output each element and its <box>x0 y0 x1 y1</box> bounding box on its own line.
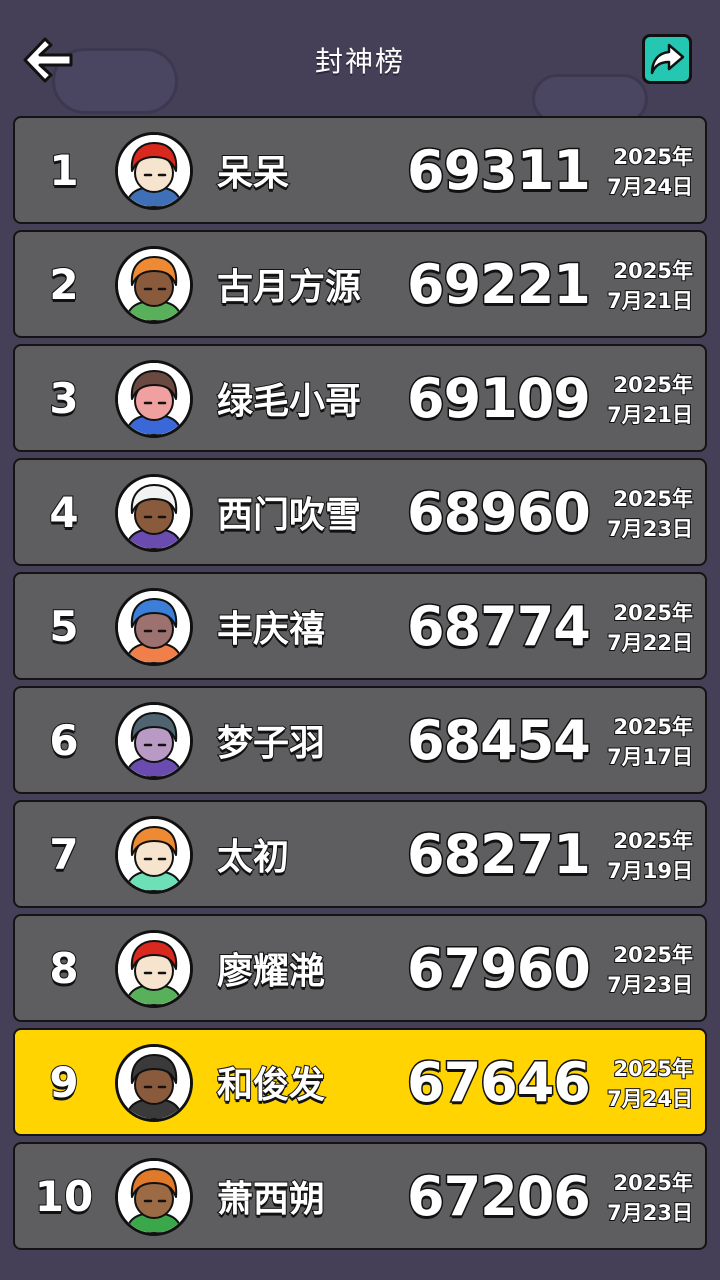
player-avatar <box>115 246 193 324</box>
record-date: 2025年 7月24日 <box>606 1054 694 1114</box>
player-score: 67646 <box>406 1049 593 1115</box>
player-name: 廖耀滟 <box>216 950 326 993</box>
rank-number: 6 <box>48 715 79 766</box>
player-name: 萧西朔 <box>216 1178 326 1221</box>
record-day: 7月23日 <box>606 1200 694 1226</box>
player-score: 69221 <box>406 251 593 317</box>
top-bar: 封神榜 <box>0 0 720 116</box>
rank-number: 9 <box>48 1057 79 1108</box>
player-name: 太初 <box>216 836 290 879</box>
record-date: 2025年 7月23日 <box>606 1168 694 1228</box>
leaderboard-row[interactable]: 9 和俊发 67646 2025年 7月24日 <box>13 1028 707 1136</box>
player-avatar <box>115 132 193 210</box>
player-avatar <box>115 474 193 552</box>
record-year: 2025年 <box>613 828 694 854</box>
record-year: 2025年 <box>613 1056 694 1082</box>
record-day: 7月17日 <box>606 744 694 770</box>
leaderboard-row[interactable]: 2 古月方源 69221 2025年 7月21日 <box>13 230 707 338</box>
record-year: 2025年 <box>613 258 694 284</box>
player-score: 68774 <box>406 593 593 659</box>
player-avatar <box>115 1158 193 1236</box>
player-score: 68271 <box>406 821 593 887</box>
record-day: 7月24日 <box>606 1086 694 1112</box>
record-year: 2025年 <box>613 1170 694 1196</box>
record-year: 2025年 <box>613 942 694 968</box>
player-score: 67960 <box>406 935 593 1001</box>
player-name: 西门吹雪 <box>216 494 362 537</box>
record-date: 2025年 7月24日 <box>606 142 694 202</box>
record-day: 7月23日 <box>606 972 694 998</box>
record-day: 7月24日 <box>606 174 694 200</box>
player-score: 69109 <box>406 365 593 431</box>
leaderboard-row[interactable]: 10 萧西朔 67206 2025年 7月23日 <box>13 1142 707 1250</box>
record-day: 7月22日 <box>606 630 694 656</box>
record-date: 2025年 7月21日 <box>606 256 694 316</box>
record-day: 7月19日 <box>606 858 694 884</box>
record-year: 2025年 <box>613 600 694 626</box>
player-score: 67206 <box>406 1163 593 1229</box>
rank-number: 3 <box>48 373 79 424</box>
player-score: 69311 <box>406 137 593 203</box>
record-year: 2025年 <box>613 144 694 170</box>
record-date: 2025年 7月17日 <box>606 712 694 772</box>
page-title: 封神榜 <box>314 45 405 78</box>
record-date: 2025年 7月22日 <box>606 598 694 658</box>
rank-number: 10 <box>34 1171 94 1222</box>
player-avatar <box>115 1044 193 1122</box>
rank-number: 4 <box>48 487 79 538</box>
rank-number: 5 <box>48 601 79 652</box>
player-avatar <box>115 702 193 780</box>
leaderboard-row[interactable]: 3 绿毛小哥 69109 2025年 7月21日 <box>13 344 707 452</box>
record-date: 2025年 7月23日 <box>606 484 694 544</box>
leaderboard-row[interactable]: 4 西门吹雪 68960 2025年 7月23日 <box>13 458 707 566</box>
player-name: 呆呆 <box>216 152 290 195</box>
record-year: 2025年 <box>613 486 694 512</box>
record-year: 2025年 <box>613 714 694 740</box>
rank-number: 8 <box>48 943 79 994</box>
player-avatar <box>115 930 193 1008</box>
leaderboard-list[interactable]: 1 呆呆 69311 2025年 7月24日 2 古月方源 69221 2025… <box>13 116 707 1256</box>
record-date: 2025年 7月23日 <box>606 940 694 1000</box>
record-year: 2025年 <box>613 372 694 398</box>
record-day: 7月23日 <box>606 516 694 542</box>
leaderboard-row[interactable]: 5 丰庆禧 68774 2025年 7月22日 <box>13 572 707 680</box>
record-day: 7月21日 <box>606 288 694 314</box>
player-avatar <box>115 360 193 438</box>
player-name: 梦子羽 <box>216 722 326 765</box>
player-name: 丰庆禧 <box>216 608 326 651</box>
leaderboard-row[interactable]: 8 廖耀滟 67960 2025年 7月23日 <box>13 914 707 1022</box>
rank-number: 7 <box>48 829 79 880</box>
leaderboard-row[interactable]: 6 梦子羽 68454 2025年 7月17日 <box>13 686 707 794</box>
player-name: 和俊发 <box>216 1064 326 1107</box>
player-name: 绿毛小哥 <box>216 380 362 423</box>
player-score: 68454 <box>406 707 593 773</box>
rank-number: 1 <box>48 145 79 196</box>
player-avatar <box>115 816 193 894</box>
record-date: 2025年 7月21日 <box>606 370 694 430</box>
leaderboard-row[interactable]: 1 呆呆 69311 2025年 7月24日 <box>13 116 707 224</box>
record-date: 2025年 7月19日 <box>606 826 694 886</box>
player-avatar <box>115 588 193 666</box>
player-name: 古月方源 <box>216 266 362 309</box>
share-button[interactable] <box>642 34 692 84</box>
share-icon <box>650 43 685 75</box>
player-score: 68960 <box>406 479 593 545</box>
rank-number: 2 <box>48 259 79 310</box>
leaderboard-row[interactable]: 7 太初 68271 2025年 7月19日 <box>13 800 707 908</box>
record-day: 7月21日 <box>606 402 694 428</box>
